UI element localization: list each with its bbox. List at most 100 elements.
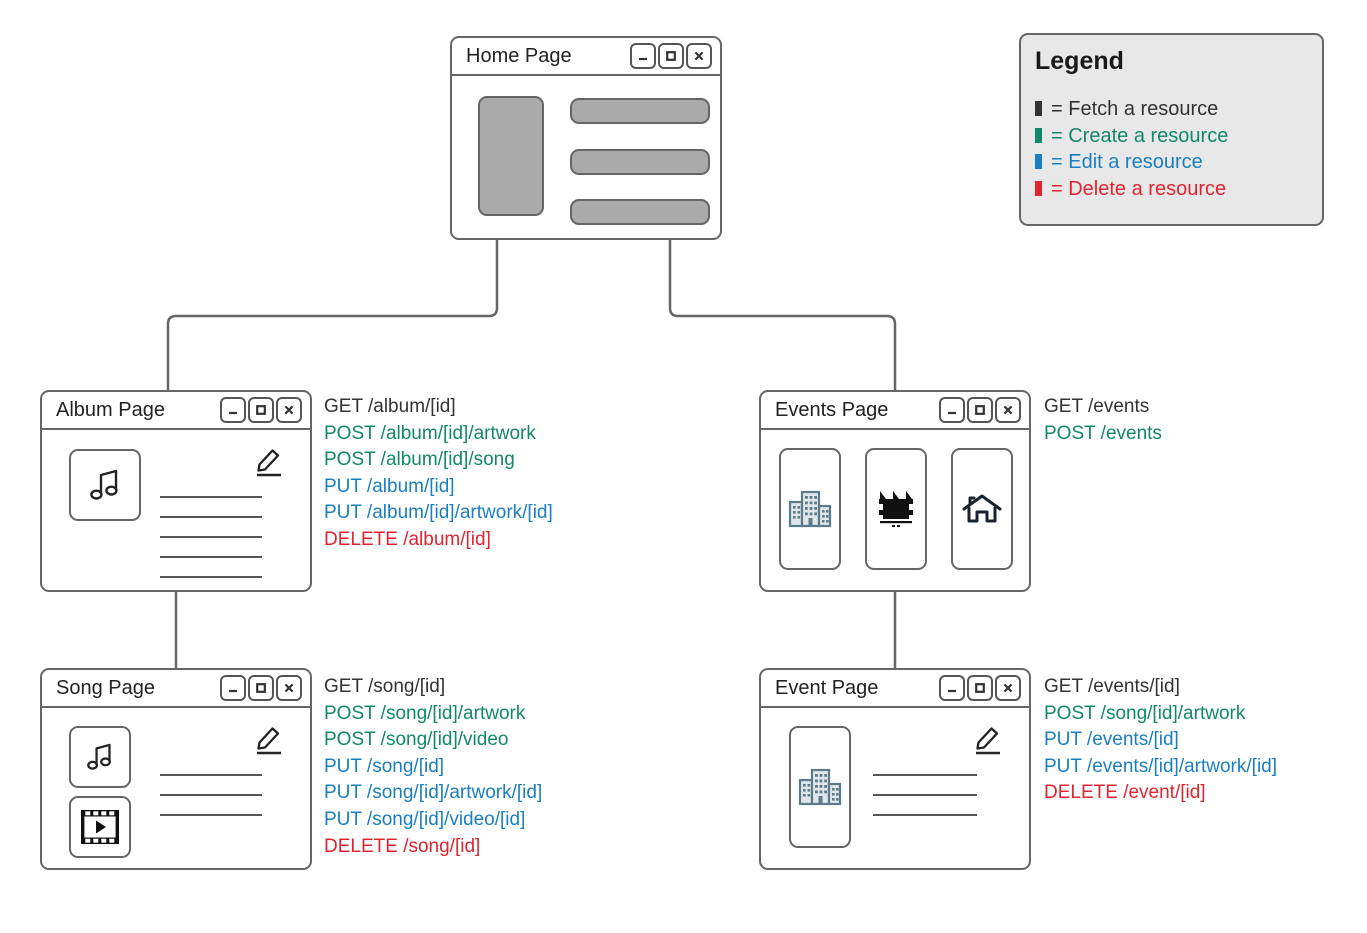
home-house-icon [962,494,1002,523]
legend-title: Legend [1035,47,1124,75]
maximize-icon[interactable] [967,397,993,423]
legend-label: = Fetch a resource [1051,98,1219,120]
legend-panel: Legend = Fetch a resource = Create a res… [1019,33,1324,226]
music-note-icon [69,449,141,521]
legend-item-create: = Create a resource [1035,123,1322,150]
content-home-page [452,76,720,238]
maximize-icon[interactable] [248,675,274,701]
content-song-page [42,708,310,868]
maximize-icon[interactable] [967,675,993,701]
content-bar-3 [570,199,710,225]
endpoint-item: PUT /events/[id] [1044,729,1179,751]
endpoint-list-events-page: GET /events POST /events [1044,394,1162,447]
endpoint-item: PUT /events/[id]/artwork/[id] [1044,755,1278,777]
legend-item-fetch: = Fetch a resource [1035,96,1322,123]
detail-line [160,814,262,816]
buildings-icon [789,726,851,848]
titlebar-song-page: Song Page [42,670,310,708]
hero-placeholder-block [478,96,544,216]
endpoint-item: DELETE /song/[id] [324,835,481,857]
window-song-page[interactable]: Song Page [40,668,312,870]
stage-venue-icon [879,491,913,527]
window-title-event-page: Event Page [775,676,879,699]
endpoint-list-event-page: GET /events/[id] POST /song/[id]/artwork… [1044,674,1277,807]
endpoint-list-song-page: GET /song/[id] POST /song/[id]/artwork P… [324,674,542,860]
window-title-song-page: Song Page [56,676,155,699]
detail-line [873,814,977,816]
content-album-page [42,430,310,590]
window-buttons-home-page [630,43,712,69]
edit-swatch [1035,154,1042,169]
window-buttons-album-page [220,397,302,423]
music-note-icon [69,726,131,788]
event-card-venue-city[interactable] [779,448,841,570]
window-events-page[interactable]: Events Page [759,390,1031,592]
fetch-swatch [1035,101,1042,116]
buildings-icon [788,490,832,528]
minimize-icon[interactable] [939,675,965,701]
content-event-page [761,708,1029,868]
legend-label: = Delete a resource [1051,177,1227,200]
window-buttons-event-page [939,675,1021,701]
maximize-icon[interactable] [248,397,274,423]
detail-line [160,496,262,498]
endpoint-item: POST /song/[id]/artwork [324,702,526,724]
endpoint-item: GET /events [1044,396,1150,417]
minimize-icon[interactable] [220,675,246,701]
detail-line [873,794,977,796]
detail-line [160,516,262,518]
minimize-icon[interactable] [220,397,246,423]
endpoint-item: GET /events/[id] [1044,676,1180,697]
endpoint-item: PUT /album/[id]/artwork/[id] [324,502,553,524]
detail-line [160,556,262,558]
window-home-page[interactable]: Home Page [450,36,722,240]
detail-line [160,576,262,578]
event-card-stage[interactable] [865,448,927,570]
close-icon[interactable] [276,675,302,701]
window-title-album-page: Album Page [56,398,165,421]
endpoint-item: POST /song/[id]/video [324,729,509,751]
window-event-page[interactable]: Event Page [759,668,1031,870]
detail-line [160,794,262,796]
detail-line [873,774,977,776]
event-card-home[interactable] [951,448,1013,570]
close-icon[interactable] [276,397,302,423]
legend-item-edit: = Edit a resource [1035,149,1322,176]
delete-swatch [1035,180,1042,196]
minimize-icon[interactable] [630,43,656,69]
window-title-events-page: Events Page [775,398,889,421]
endpoint-list-album-page: GET /album/[id] POST /album/[id]/artwork… [324,394,553,554]
video-film-icon [69,796,131,858]
endpoint-item: POST /album/[id]/song [324,449,515,471]
endpoint-item: POST /song/[id]/artwork [1044,702,1246,724]
content-events-page [761,430,1029,590]
window-buttons-events-page [939,397,1021,423]
close-icon[interactable] [686,43,712,69]
detail-line [160,774,262,776]
endpoint-item: DELETE /event/[id] [1044,782,1206,804]
titlebar-event-page: Event Page [761,670,1029,708]
window-album-page[interactable]: Album Page [40,390,312,592]
diagram-canvas: Home Page Album Page GET /album/[id] POS… [0,0,1367,933]
close-icon[interactable] [995,675,1021,701]
endpoint-item: DELETE /album/[id] [324,528,491,550]
minimize-icon[interactable] [939,397,965,423]
endpoint-item: POST /album/[id]/artwork [324,422,536,444]
window-title-home-page: Home Page [466,44,572,67]
titlebar-events-page: Events Page [761,392,1029,430]
endpoint-item: PUT /album/[id] [324,475,455,497]
endpoint-item: GET /song/[id] [324,676,446,697]
legend-label: = Edit a resource [1051,151,1203,173]
edit-pencil-icon[interactable] [252,722,286,761]
endpoint-item: PUT /song/[id] [324,755,445,777]
legend-label: = Create a resource [1051,124,1229,147]
endpoint-item: PUT /song/[id]/video/[id] [324,808,526,830]
endpoint-item: POST /events [1044,422,1162,444]
maximize-icon[interactable] [658,43,684,69]
close-icon[interactable] [995,397,1021,423]
edit-pencil-icon[interactable] [971,722,1005,761]
edit-pencil-icon[interactable] [252,444,286,483]
window-buttons-song-page [220,675,302,701]
legend-item-delete: = Delete a resource [1035,176,1322,203]
create-swatch [1035,127,1042,143]
